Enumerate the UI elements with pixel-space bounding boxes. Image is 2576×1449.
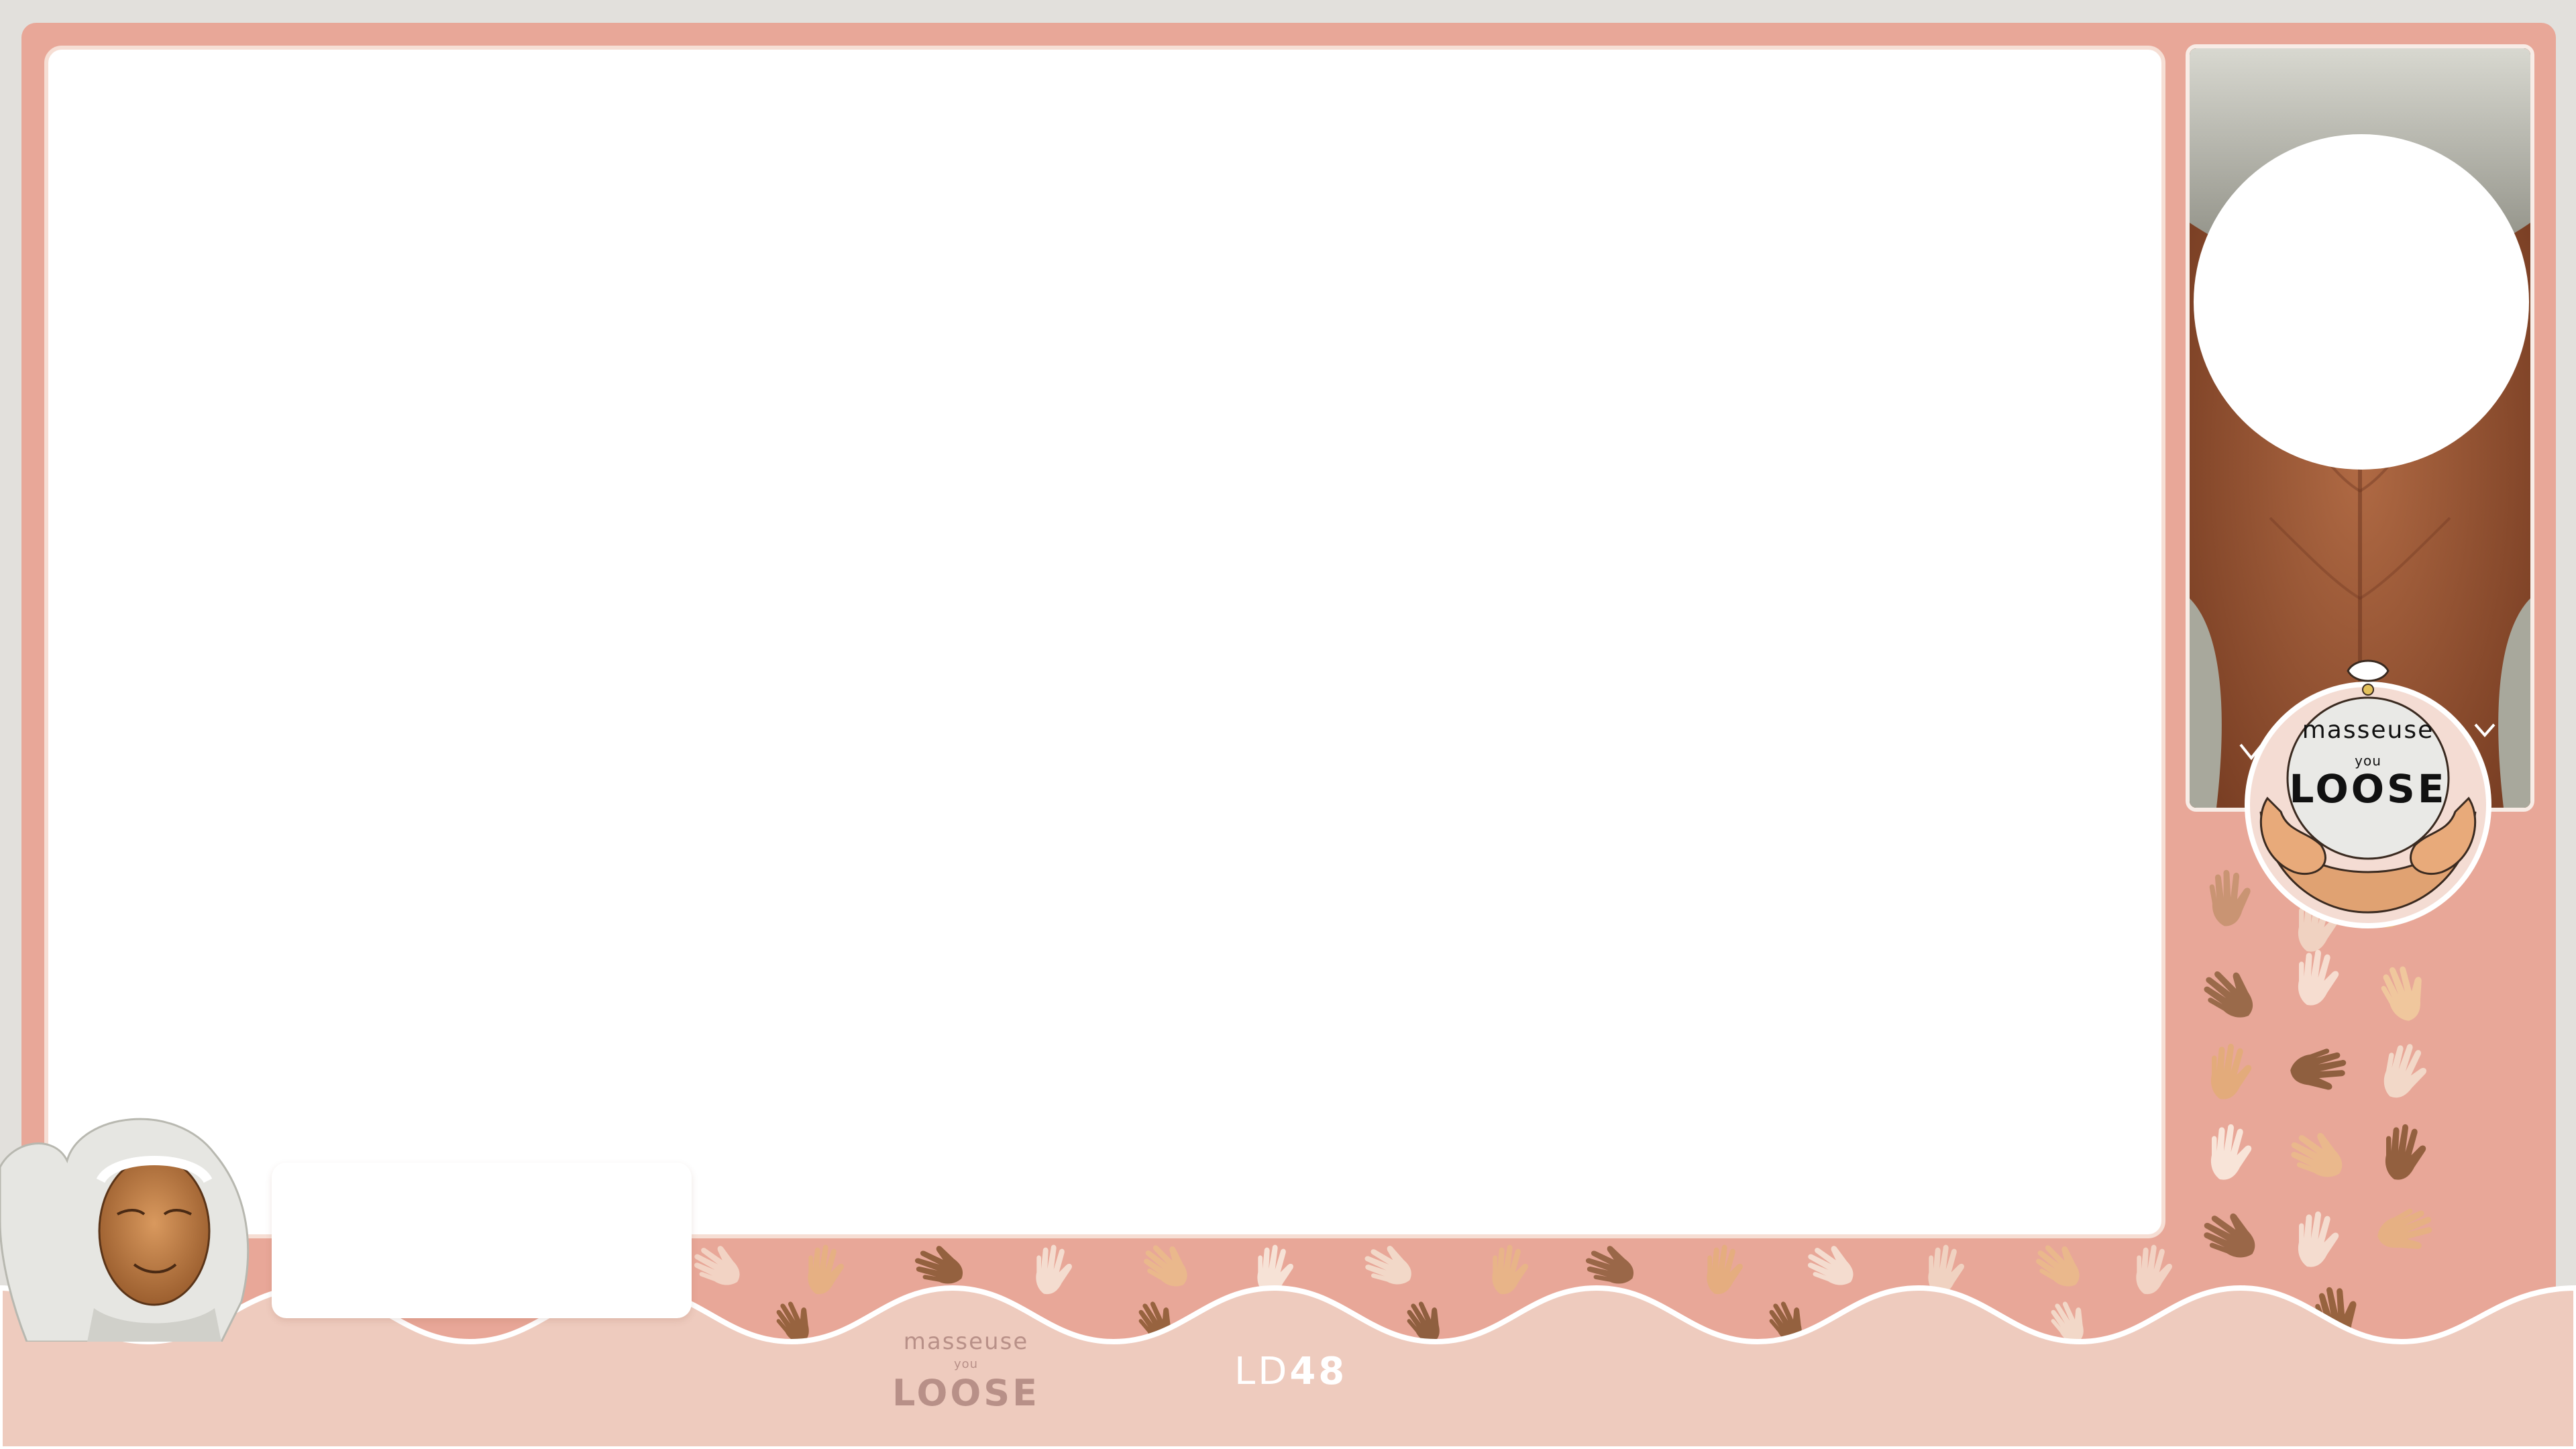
footer-logo-line1: masseuse (903, 1328, 1029, 1355)
brand-code-number: 48 (1289, 1350, 1348, 1393)
badge-line3: LOOSE (2289, 766, 2447, 812)
stream-overlay: masseuse you LOOSE masseuse you LOOSE LD… (0, 0, 2576, 1449)
badge-line1: masseuse (2302, 716, 2434, 744)
character-avatar (0, 1118, 250, 1342)
brand-code-prefix: LD (1234, 1350, 1290, 1393)
footer-logo: masseuse you LOOSE (872, 1328, 1060, 1413)
brand-code: LD48 (1234, 1348, 1347, 1395)
webcam-circle (2194, 134, 2529, 470)
footer-logo-line3: LOOSE (892, 1372, 1040, 1414)
logo-badge: masseuse you LOOSE (2220, 644, 2516, 939)
footer-logo-line2: you (953, 1357, 979, 1371)
gameplay-window (44, 46, 2165, 1238)
chat-box (272, 1163, 692, 1318)
